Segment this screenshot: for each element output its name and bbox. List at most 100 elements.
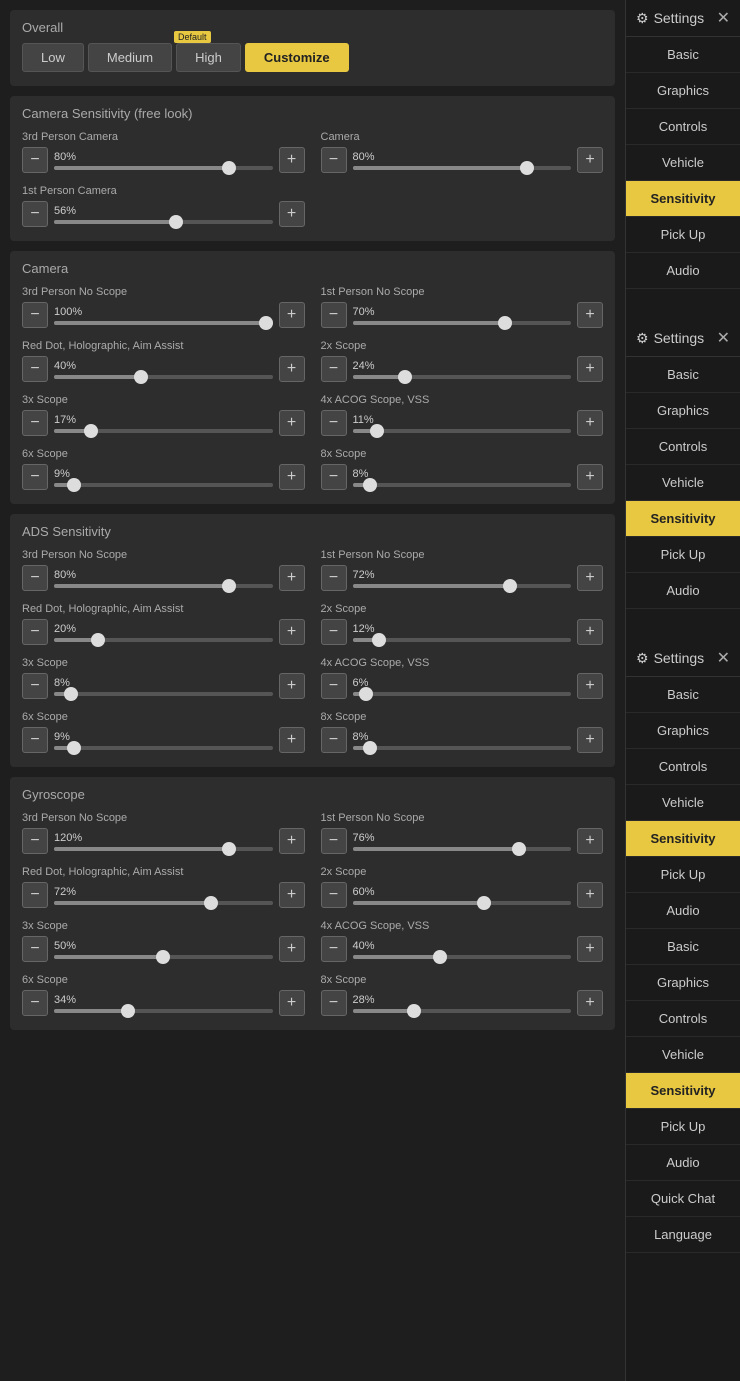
slider-minus-ads-3rd[interactable]: − (22, 565, 48, 591)
close-btn-3[interactable]: ✕ (717, 648, 730, 668)
sidebar-item-vehicle-2[interactable]: Vehicle (626, 465, 740, 501)
slider-minus-ads-6x[interactable]: − (22, 727, 48, 753)
sidebar-item-pickup-2[interactable]: Pick Up (626, 537, 740, 573)
slider-plus-ads-3rd[interactable]: + (279, 565, 305, 591)
sidebar-item-graphics-2[interactable]: Graphics (626, 393, 740, 429)
slider-minus-cam-1st[interactable]: − (321, 302, 347, 328)
slider-minus-cam-reddot[interactable]: − (22, 356, 48, 382)
sidebar-item-pickup-1[interactable]: Pick Up (626, 217, 740, 253)
slider-cam-6x: 6x Scope − 9% + (22, 448, 305, 490)
slider-minus-ads-2x[interactable]: − (321, 619, 347, 645)
sidebar-item-audio-1[interactable]: Audio (626, 253, 740, 289)
slider-minus-ads-1st[interactable]: − (321, 565, 347, 591)
slider-plus-1st-camera[interactable]: + (279, 201, 305, 227)
slider-minus-gyro-3x[interactable]: − (22, 936, 48, 962)
slider-plus-gyro-8x[interactable]: + (577, 990, 603, 1016)
slider-plus-ads-3x[interactable]: + (279, 673, 305, 699)
preset-medium[interactable]: Medium (88, 43, 172, 72)
slider-plus-gyro-1st[interactable]: + (577, 828, 603, 854)
sidebar-item-vehicle-1[interactable]: Vehicle (626, 145, 740, 181)
slider-plus-cam-8x[interactable]: + (577, 464, 603, 490)
slider-plus-cam-reddot[interactable]: + (279, 356, 305, 382)
slider-plus-cam-1st[interactable]: + (577, 302, 603, 328)
close-btn-2[interactable]: ✕ (717, 328, 730, 348)
slider-minus-cam-6x[interactable]: − (22, 464, 48, 490)
slider-minus-cam-3rd[interactable]: − (22, 302, 48, 328)
sidebar-item-sensitivity-1[interactable]: Sensitivity (626, 181, 740, 217)
sidebar-item-graphics-3a[interactable]: Graphics (626, 713, 740, 749)
slider-minus-gyro-reddot[interactable]: − (22, 882, 48, 908)
slider-minus-ads-3x[interactable]: − (22, 673, 48, 699)
slider-plus-3rd-camera[interactable]: + (279, 147, 305, 173)
slider-plus-ads-4x[interactable]: + (577, 673, 603, 699)
sidebar-item-audio-3b[interactable]: Audio (626, 1145, 740, 1181)
preset-customize[interactable]: Customize (245, 43, 349, 72)
slider-plus-ads-reddot[interactable]: + (279, 619, 305, 645)
slider-plus-gyro-6x[interactable]: + (279, 990, 305, 1016)
slider-cam-3x: 3x Scope − 17% + (22, 394, 305, 436)
slider-gyro-8x: 8x Scope − 28% + (321, 974, 604, 1016)
slider-minus-gyro-3rd[interactable]: − (22, 828, 48, 854)
slider-plus-cam-3rd[interactable]: + (279, 302, 305, 328)
slider-minus-3rd-camera[interactable]: − (22, 147, 48, 173)
slider-plus-gyro-3x[interactable]: + (279, 936, 305, 962)
slider-minus-ads-reddot[interactable]: − (22, 619, 48, 645)
slider-minus-gyro-8x[interactable]: − (321, 990, 347, 1016)
sidebar-item-audio-2[interactable]: Audio (626, 573, 740, 609)
sidebar-item-language-3[interactable]: Language (626, 1217, 740, 1253)
sidebar-item-graphics-1[interactable]: Graphics (626, 73, 740, 109)
slider-plus-cam-3x[interactable]: + (279, 410, 305, 436)
slider-plus-ads-1st[interactable]: + (577, 565, 603, 591)
slider-plus-cam-6x[interactable]: + (279, 464, 305, 490)
sidebar-item-controls-2[interactable]: Controls (626, 429, 740, 465)
sidebar-item-basic-2[interactable]: Basic (626, 357, 740, 393)
sidebar-item-audio-3a[interactable]: Audio (626, 893, 740, 929)
sidebar-item-basic-3a[interactable]: Basic (626, 677, 740, 713)
preset-low[interactable]: Low (22, 43, 84, 72)
slider-minus-camera[interactable]: − (321, 147, 347, 173)
sidebar-item-vehicle-3a[interactable]: Vehicle (626, 785, 740, 821)
slider-minus-gyro-1st[interactable]: − (321, 828, 347, 854)
sidebars: ⚙ Settings ✕ Basic Graphics Controls Veh… (625, 0, 740, 1381)
sidebar-item-sensitivity-2[interactable]: Sensitivity (626, 501, 740, 537)
slider-plus-ads-8x[interactable]: + (577, 727, 603, 753)
sidebar-item-pickup-3a[interactable]: Pick Up (626, 857, 740, 893)
slider-plus-gyro-4x[interactable]: + (577, 936, 603, 962)
sidebar-item-sensitivity-3b[interactable]: Sensitivity (626, 1073, 740, 1109)
slider-minus-cam-3x[interactable]: − (22, 410, 48, 436)
slider-minus-cam-4x[interactable]: − (321, 410, 347, 436)
slider-plus-cam-2x[interactable]: + (577, 356, 603, 382)
sidebar-item-graphics-3b[interactable]: Graphics (626, 965, 740, 1001)
sidebar-item-controls-3a[interactable]: Controls (626, 749, 740, 785)
slider-gyro-1st-noscope: 1st Person No Scope − 76% + (321, 812, 604, 854)
sidebar-item-controls-1[interactable]: Controls (626, 109, 740, 145)
slider-plus-cam-4x[interactable]: + (577, 410, 603, 436)
slider-ads-2x: 2x Scope − 12% + (321, 603, 604, 645)
sidebar-item-basic-1[interactable]: Basic (626, 37, 740, 73)
slider-minus-ads-4x[interactable]: − (321, 673, 347, 699)
slider-plus-ads-2x[interactable]: + (577, 619, 603, 645)
sidebar-item-vehicle-3b[interactable]: Vehicle (626, 1037, 740, 1073)
slider-plus-camera[interactable]: + (577, 147, 603, 173)
slider-minus-ads-8x[interactable]: − (321, 727, 347, 753)
slider-plus-gyro-2x[interactable]: + (577, 882, 603, 908)
sidebar-item-sensitivity-3a[interactable]: Sensitivity (626, 821, 740, 857)
main-content: Overall Default Low Medium High Customiz… (0, 0, 625, 1381)
slider-minus-gyro-4x[interactable]: − (321, 936, 347, 962)
slider-cam-2x: 2x Scope − 24% + (321, 340, 604, 382)
slider-minus-cam-2x[interactable]: − (321, 356, 347, 382)
slider-plus-gyro-3rd[interactable]: + (279, 828, 305, 854)
preset-high[interactable]: High (176, 43, 241, 72)
sidebar-item-quickchat-3[interactable]: Quick Chat (626, 1181, 740, 1217)
slider-minus-cam-8x[interactable]: − (321, 464, 347, 490)
slider-plus-ads-6x[interactable]: + (279, 727, 305, 753)
sidebar-item-controls-3b[interactable]: Controls (626, 1001, 740, 1037)
slider-plus-gyro-reddot[interactable]: + (279, 882, 305, 908)
sidebar-item-basic-3b[interactable]: Basic (626, 929, 740, 965)
slider-minus-1st-camera[interactable]: − (22, 201, 48, 227)
sidebar-item-pickup-3b[interactable]: Pick Up (626, 1109, 740, 1145)
slider-minus-gyro-2x[interactable]: − (321, 882, 347, 908)
slider-ads-3rd-noscope: 3rd Person No Scope − 80% + (22, 549, 305, 591)
close-btn-1[interactable]: ✕ (717, 8, 730, 28)
slider-minus-gyro-6x[interactable]: − (22, 990, 48, 1016)
